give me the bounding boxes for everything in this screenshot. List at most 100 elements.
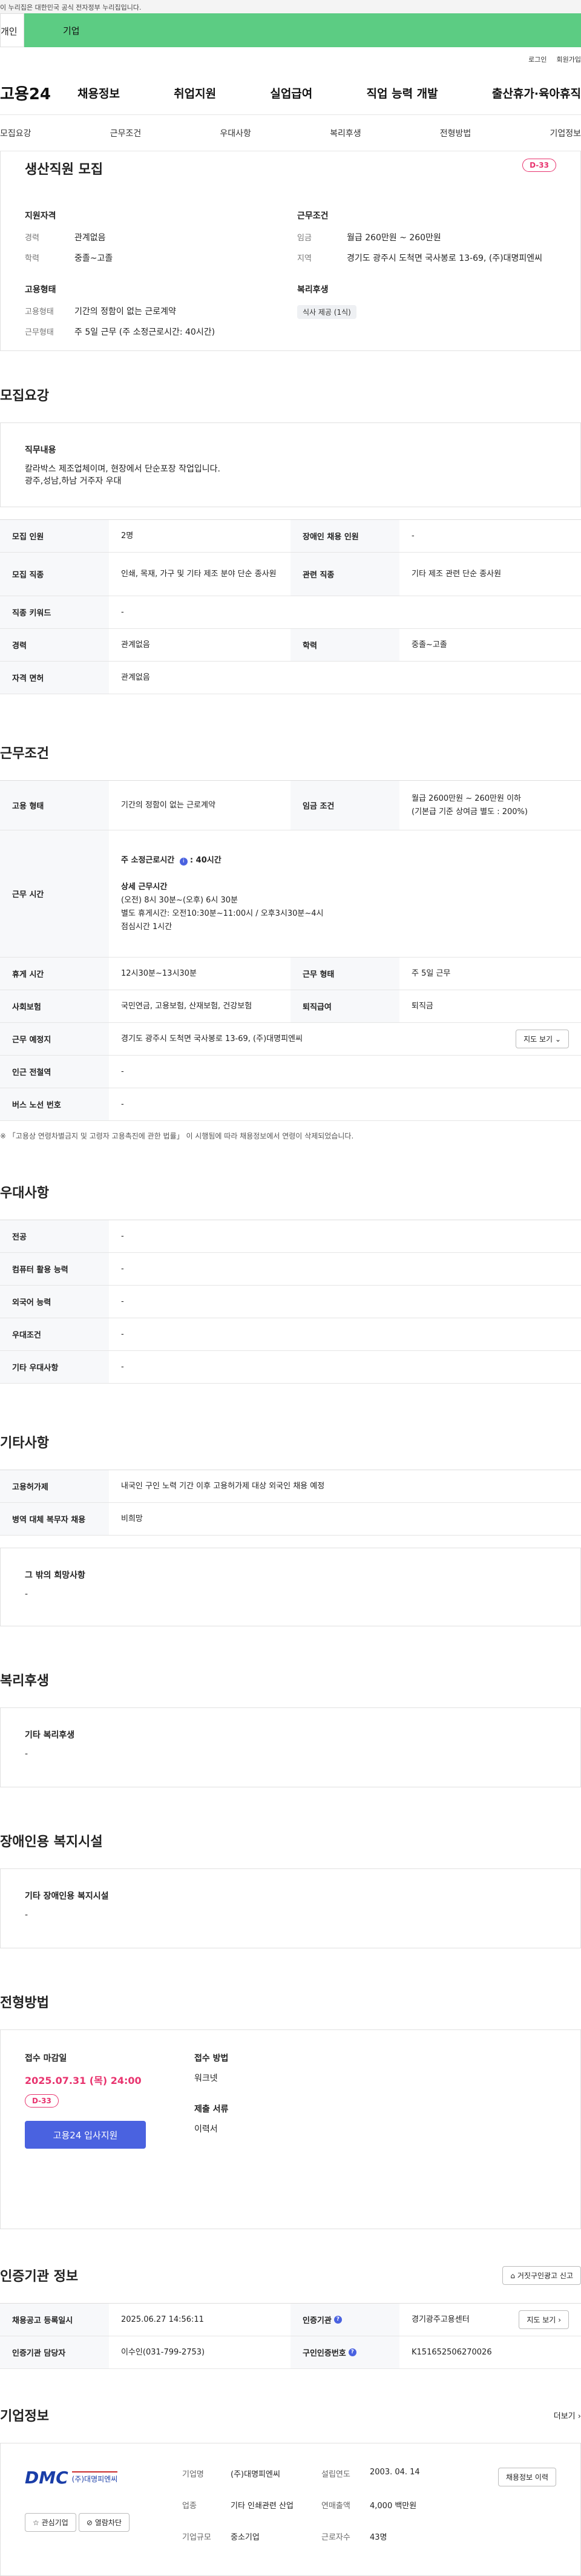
section-tabs: 모집요강 근무조건 우대사항 복리후생 전형방법 기업정보 — [0, 115, 581, 151]
facility-value: - — [25, 1910, 28, 1920]
report-button[interactable]: ⌂ 거짓구인광고 신고 — [502, 2266, 581, 2285]
work-emp-type-value: 기간의 정함이 없는 근로계약 — [121, 800, 215, 810]
table-row: 전공 - — [0, 1220, 581, 1253]
disabled-count-value: - — [412, 531, 415, 540]
duty-text-2: 광주,성남,하남 거주자 우대 — [25, 476, 122, 486]
manager-value: 이수인(031-799-2753) — [121, 2347, 205, 2357]
career-label: 경력 — [25, 234, 39, 243]
company-logo-mark: DMC — [25, 2468, 68, 2488]
job-label: 모집 직종 — [0, 553, 109, 596]
recruit-table: 모집 인원 2명 장애인 채용 인원 - 모집 직종 인쇄, 목재, 가구 및 … — [0, 519, 581, 694]
pref-etc-value: - — [121, 1362, 124, 1372]
work-form-label: 근무 형태 — [290, 958, 399, 990]
signup-link[interactable]: 회원가입 — [557, 54, 581, 64]
company-staff-label: 근로자수 — [321, 2533, 350, 2542]
edu-label: 학력 — [25, 254, 39, 263]
tab-company[interactable]: 기업 — [24, 13, 581, 47]
pref-cond-label: 우대조건 — [0, 1318, 109, 1350]
recruit-edu-value: 중졸~고졸 — [412, 640, 447, 649]
gnb-item-employment-support[interactable]: 취업지원 — [174, 85, 216, 101]
block-company-button[interactable]: ⊘ 열람차단 — [78, 2513, 130, 2532]
tab-recruit[interactable]: 모집요강 — [0, 127, 31, 139]
job-history-button[interactable]: 채용정보 이력 — [497, 2468, 556, 2486]
weekly-hours-value: : 40시간 — [189, 855, 222, 865]
agency-text: 경기광주고용센터 — [412, 2315, 470, 2324]
detail-hours-2: 별도 휴게시간: 오전10:30분~11:00시 / 오후3시30분~4시 — [121, 908, 324, 918]
login-link[interactable]: 로그인 — [528, 54, 547, 64]
table-row: 모집 직종 인쇄, 목재, 가구 및 기타 제조 분야 단순 종사원 관련 직종… — [0, 553, 581, 596]
job-value: 인쇄, 목재, 가구 및 기타 제조 분야 단순 종사원 — [121, 569, 277, 579]
duty-box: 직무내용 칼라박스 제조업체이며, 현장에서 단순포장 작업입니다. 광주,성남… — [0, 422, 581, 507]
table-row: 직종 키워드 - — [0, 596, 581, 629]
license-value: 관계없음 — [121, 672, 150, 682]
worktype-label: 근무형태 — [25, 328, 54, 337]
career-value: 관계없음 — [74, 233, 106, 243]
lang-label: 외국어 능력 — [0, 1286, 109, 1318]
company-name-label: 기업명 — [182, 2470, 204, 2479]
wage-condition-label: 임금 조건 — [290, 781, 399, 830]
gov-banner: 이 누리집은 대한민국 공식 전자정부 누리집입니다. — [0, 0, 581, 13]
utility-links: 로그인 회원가입 — [0, 47, 581, 71]
welfare-label: 기타 복리후생 — [25, 1730, 75, 1740]
gnb-item-unemployment-benefit[interactable]: 실업급여 — [270, 85, 312, 101]
info-icon[interactable]: i — [179, 857, 188, 866]
license-label: 자격 면허 — [0, 662, 109, 694]
company-sales: 4,000 백만원 — [370, 2502, 417, 2511]
wage-line-2: (기본급 기준 상여금 별도 : 200%) — [412, 807, 528, 816]
map-button[interactable]: 지도 보기 ⌄ — [516, 1030, 569, 1048]
break-value: 12시30분~13시30분 — [121, 968, 197, 978]
table-row: 채용공고 등록일시 2025.06.27 14:56:11 인증기관? 경기광주… — [0, 2304, 581, 2336]
gnb-item-parental-leave[interactable]: 출산휴가·육아휴직 — [492, 85, 581, 101]
logo[interactable]: 고용24 — [0, 82, 61, 104]
info-icon[interactable]: ? — [333, 2316, 342, 2324]
severance-label: 퇴직급여 — [290, 990, 399, 1022]
gnb-item-skill-development[interactable]: 직업 능력 개발 — [367, 85, 438, 101]
keyword-label: 직종 키워드 — [0, 596, 109, 628]
wage-line-1: 월급 2600만원 ~ 260만원 이하 — [412, 794, 521, 803]
welfare-box: 기타 복리후생 - — [0, 1707, 581, 1787]
other-section-title: 기타사항 — [0, 1436, 49, 1451]
table-row: 컴퓨터 활용 능력 - — [0, 1253, 581, 1286]
weekly-hours-label: 주 소정근로시간 — [121, 855, 177, 865]
global-nav: 고용24 채용정보 취업지원 실업급여 직업 능력 개발 출산휴가·육아휴직 — [0, 71, 581, 115]
table-row: 근무 예정지 경기도 광주시 도척면 국사봉로 13-69, (주)대명피엔씨 … — [0, 1023, 581, 1056]
docs-value: 이력서 — [194, 2124, 218, 2134]
tab-preferences[interactable]: 우대사항 — [220, 127, 251, 139]
chevron-right-icon: › — [558, 2316, 561, 2324]
company-logo: DMC (주)대명피엔씨 — [25, 2468, 182, 2488]
chevron-down-icon: ⌄ — [554, 1035, 561, 1043]
insurance-value: 국민연금, 고용보험, 산재보험, 건강보험 — [121, 1001, 252, 1011]
agency-section-title: 인증기관 정보 — [0, 2269, 79, 2284]
bus-value: - — [121, 1099, 124, 1109]
gnb-item-jobs[interactable]: 채용정보 — [77, 85, 120, 101]
tab-work-conditions[interactable]: 근무조건 — [110, 127, 142, 139]
table-row: 사회보험 국민연금, 고용보험, 산재보험, 건강보험 퇴직급여 퇴직금 — [0, 990, 581, 1023]
agency-value: 경기광주고용센터 지도 보기 › — [399, 2304, 581, 2336]
agency-map-button[interactable]: 지도 보기 › — [519, 2310, 569, 2329]
work-table: 고용 형태 기간의 정함이 없는 근로계약 임금 조건 월급 2600만원 ~ … — [0, 780, 581, 1121]
table-row: 인근 전철역 - — [0, 1056, 581, 1088]
info-icon[interactable]: ? — [348, 2348, 356, 2356]
table-row: 기타 우대사항 - — [0, 1351, 581, 1384]
company-more-link[interactable]: 더보기 › — [554, 2410, 581, 2421]
company-scale: 중소기업 — [231, 2533, 260, 2542]
pref-section-title: 우대사항 — [0, 1186, 49, 1201]
company-year-label: 설립연도 — [321, 2470, 350, 2479]
conditions-heading: 근무조건 — [297, 211, 329, 221]
tab-welfare[interactable]: 복리후생 — [330, 127, 361, 139]
deadline-label: 접수 마감일 — [25, 2054, 67, 2063]
company-staff: 43명 — [370, 2533, 387, 2542]
welfare-heading: 복리후생 — [297, 285, 329, 295]
tab-personal[interactable]: 개인 — [0, 13, 24, 47]
welfare-value: - — [25, 1749, 28, 1759]
apply-button[interactable]: 고용24 입사지원 — [25, 2121, 146, 2149]
keyword-value: - — [121, 607, 124, 617]
duty-text: 칼라박스 제조업체이며, 현장에서 단순포장 작업입니다. — [25, 464, 220, 474]
manager-label: 인증기관 담당자 — [0, 2336, 109, 2368]
tab-selection[interactable]: 전형방법 — [440, 127, 471, 139]
favorite-company-button[interactable]: ☆ 관심기업 — [25, 2513, 76, 2532]
tab-company[interactable]: 기업정보 — [550, 127, 581, 139]
job-title: 생산직원 모집 — [25, 162, 103, 177]
cert-label: 구인인증번호? — [290, 2336, 399, 2368]
company-biz-label: 업종 — [182, 2502, 197, 2511]
